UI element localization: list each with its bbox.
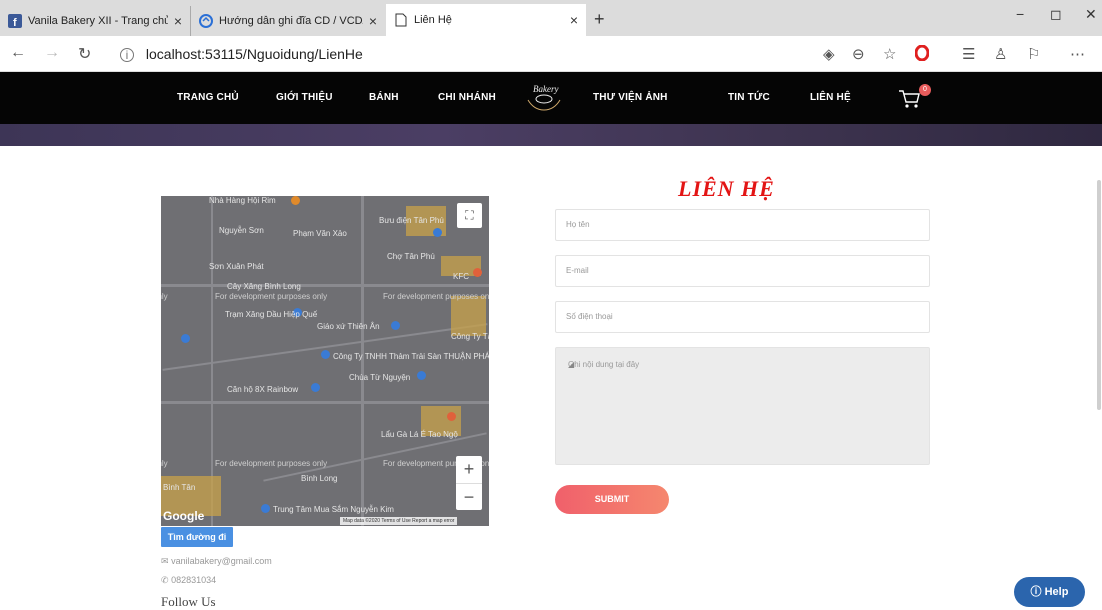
map-label: Nguyễn Sơn [219,226,264,235]
browser-tab-bakery-home[interactable]: f Vanila Bakery XII - Trang chủ × [0,6,190,36]
nav-gallery[interactable]: THƯ VIỆN ẢNH [593,92,668,103]
map-label: Công Ty TNHH Thảm Trải Sàn THUẬN PHÁT [333,352,489,361]
contact-email: ✉ vanilabakery@gmail.com [161,556,272,567]
cart-count-badge: 0 [919,84,931,96]
nav-about[interactable]: GIỚI THIỆU [276,92,333,103]
tab-close-icon[interactable]: × [369,13,377,29]
more-icon[interactable]: ⋯ [1070,45,1085,63]
email-field[interactable]: E-mail [555,255,930,287]
map-dev-watermark: For development purposes only [383,292,489,301]
info-icon[interactable]: i [120,48,134,62]
map-footer-links[interactable]: Map data ©2020 Terms of Use Report a map… [340,517,458,525]
phone-text: 082831034 [171,575,217,585]
new-tab-icon[interactable]: + [594,9,605,30]
help-label: Help [1044,586,1069,598]
map-label: Bình Long [301,474,338,483]
page-icon [394,13,408,27]
favorites-list-icon[interactable]: ☰ [962,45,975,63]
zoom-in-button[interactable]: + [456,456,482,483]
tab-close-icon[interactable]: × [570,12,578,28]
tab-title: Hướng dẫn ghi đĩa CD / VCD/ D\ [219,15,363,27]
contact-form-title: LIÊN HỆ [678,176,775,201]
address-bar: ← → ↻ i localhost:53115/Nguoidung/LienHe… [0,36,1102,72]
map-label: Bưu điện Tân Phú [379,216,444,225]
email-placeholder: E-mail [566,266,589,275]
nav-contact[interactable]: LIÊN HỆ [810,92,851,103]
map-label: Căn hộ 8X Rainbow [227,385,299,394]
phone-field[interactable]: Số điện thoại [555,301,930,333]
location-icon[interactable]: ◈ [823,45,835,63]
map-label: Chợ Tân Phú [387,252,435,261]
banner-strip [0,124,1102,146]
svg-text:f: f [13,17,17,28]
close-window-icon[interactable]: ✕ [1085,6,1097,23]
map-label: Chùa Từ Nguyện [349,373,411,382]
site-nav: TRANG CHỦ GIỚI THIỆU BÁNH CHI NHÁNH Bake… [0,72,1102,124]
directions-button[interactable]: Tìm đường đi [161,527,233,547]
map-label: Sơn Xuân Phát [209,262,264,271]
nav-cakes[interactable]: BÁNH [369,92,399,103]
help-button[interactable]: ⓘ Help [1014,577,1085,607]
map-label: Phạm Văn Xảo [293,229,347,238]
refresh-icon[interactable]: ↻ [78,44,91,64]
browser-tab-strip: f Vanila Bakery XII - Trang chủ × Hướng … [0,0,1102,36]
map-label: Cây Xăng Bình Long [227,282,301,291]
tab-title: Vanila Bakery XII - Trang chủ [28,15,168,27]
share-icon[interactable]: ⚐ [1027,45,1040,63]
maximize-icon[interactable]: ◻ [1050,6,1062,23]
phone-placeholder: Số điện thoại [566,312,613,321]
minimize-icon[interactable]: − [1016,6,1024,22]
url-text: localhost:53115/Nguoidung/LienHe [145,46,363,62]
google-map[interactable]: Nhà Hàng Hội Rim Nguyễn Sơn Bưu điện Tân… [161,196,489,526]
site-icon [199,14,213,28]
nav-news[interactable]: TIN TỨC [728,92,770,103]
resize-grip-icon[interactable]: ◢ [568,360,926,461]
map-label: Bình Tân [163,483,196,492]
map-label: Giáo xứ Thiên Ân [317,322,380,331]
contact-phone: ✆ 082831034 [161,575,216,586]
nav-home[interactable]: TRANG CHỦ [177,92,239,103]
favorite-star-icon[interactable]: ☆ [883,45,896,63]
name-placeholder: Họ tên [566,220,590,229]
tab-close-icon[interactable]: × [174,13,182,29]
map-dev-watermark: For development purposes only [215,459,328,468]
map-label: KFC [453,272,469,281]
page-scrollbar[interactable] [1097,180,1101,410]
logo-text: Bakery [533,84,558,94]
map-dev-watermark: only [161,459,168,468]
forward-icon[interactable]: → [44,44,60,62]
map-label: Lẩu Gà Lá É Tao Ngộ [381,430,458,439]
google-logo: Google [163,509,205,523]
map-dev-watermark: only [161,292,168,301]
profile-icon[interactable]: ♙ [994,45,1007,63]
tab-title: Liên Hệ [414,14,452,26]
message-field[interactable]: Ghi nội dung tại đây ◢ [555,347,930,465]
browser-tab-contact[interactable]: Liên Hệ × [386,4,586,36]
zoom-out-button[interactable]: − [456,484,482,511]
mail-icon: ✉ [161,556,169,566]
url-field[interactable]: i localhost:53115/Nguoidung/LienHe [120,46,363,62]
map-label: Trung Tâm Mua Sắm Nguyễn Kim [273,505,394,514]
phone-icon: ✆ [161,575,169,585]
bakery-logo[interactable]: Bakery [524,80,564,116]
email-text: vanilabakery@gmail.com [171,556,272,566]
map-zoom-control: + − [456,456,482,510]
facebook-icon: f [8,14,22,28]
name-field[interactable]: Họ tên [555,209,930,241]
browser-tab-cd-guide[interactable]: Hướng dẫn ghi đĩa CD / VCD/ D\ × [190,6,385,36]
map-label: Trạm Xăng Dầu Hiệp Quế [225,310,318,319]
back-icon[interactable]: ← [10,44,26,62]
map-label: Nhà Hàng Hội Rim [209,196,276,205]
zoom-icon[interactable]: ⊖ [852,45,865,63]
map-dev-watermark: For development purposes only [215,292,328,301]
map-fullscreen-button[interactable]: ⛶ [457,203,482,228]
map-label: Công Ty Tài Ph [451,332,489,341]
help-icon: ⓘ [1030,586,1042,598]
submit-button[interactable]: SUBMIT [555,485,669,514]
nav-branches[interactable]: CHI NHÁNH [438,92,496,103]
opera-icon[interactable] [914,44,930,65]
